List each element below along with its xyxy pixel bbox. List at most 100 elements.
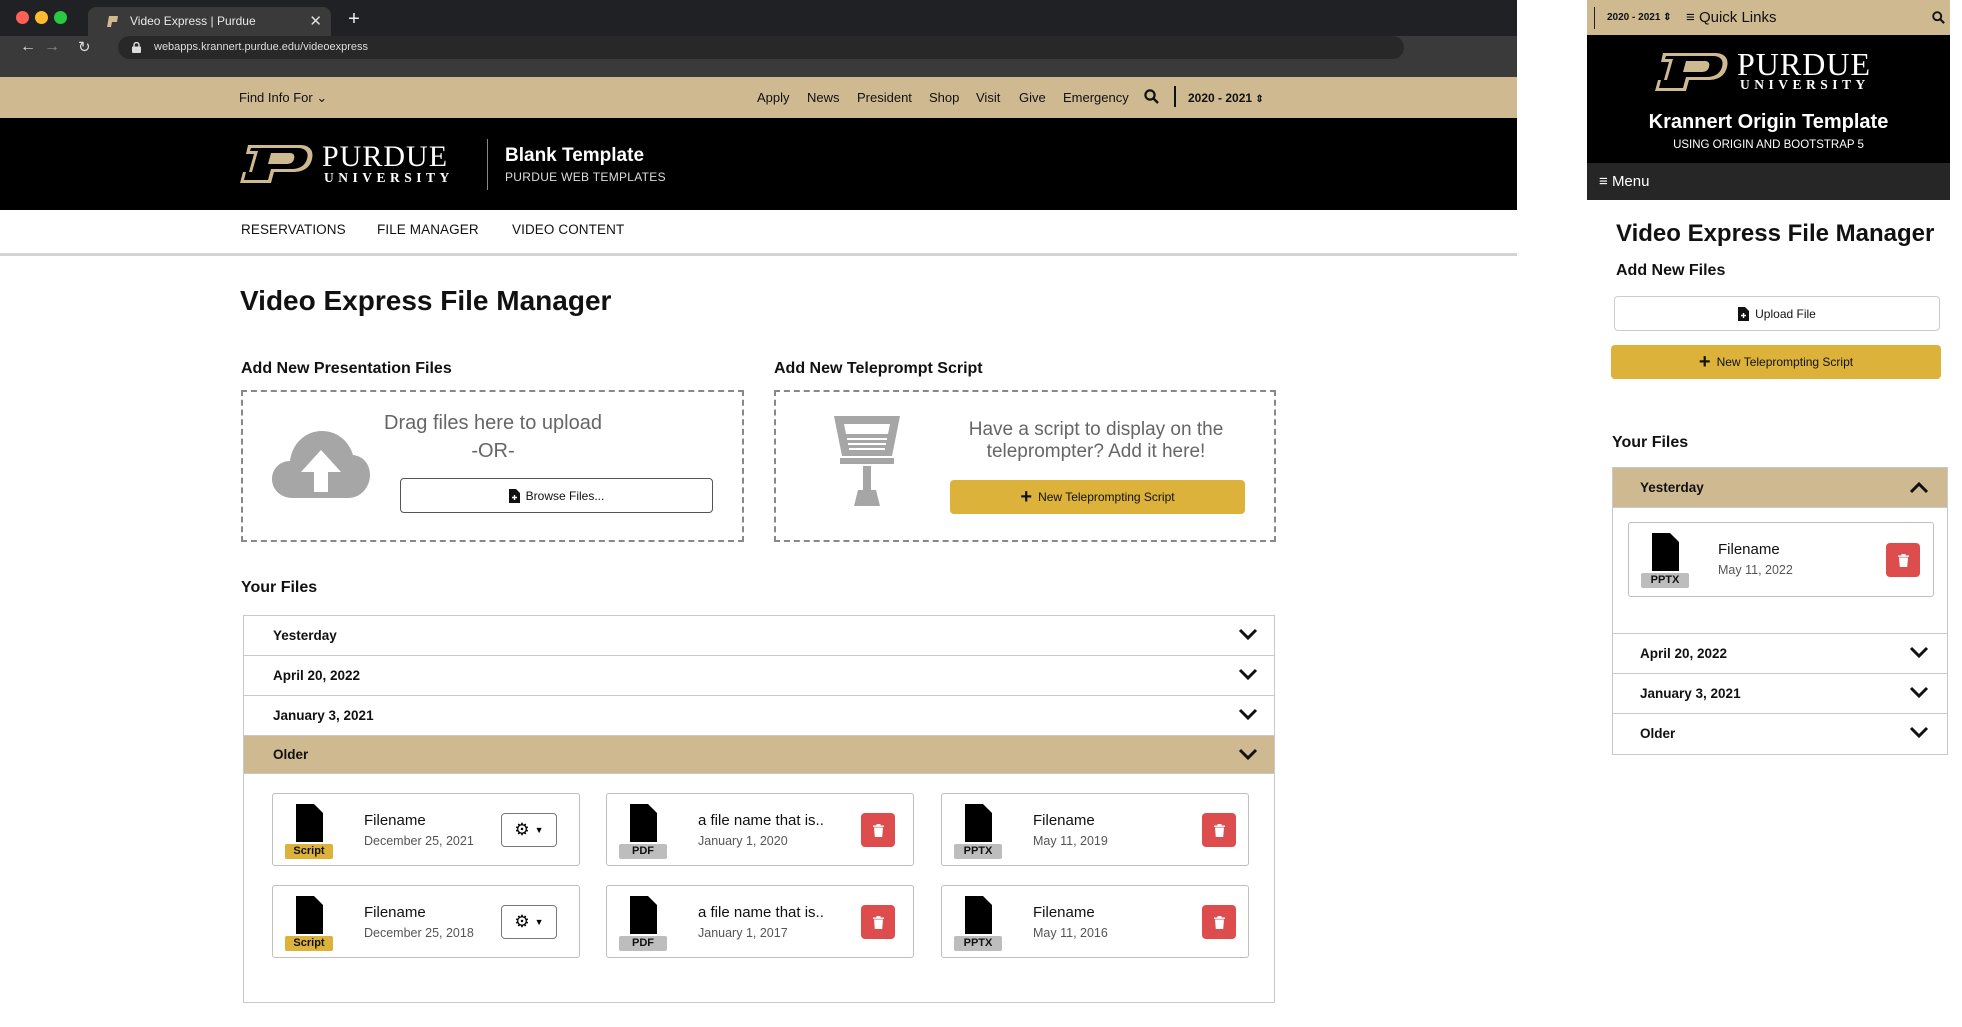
mobile-site-subtitle: USING ORIGIN AND BOOTSTRAP 5 — [1673, 139, 1864, 151]
mobile-new-teleprompting-script-button[interactable]: + New Teleprompting Script — [1611, 345, 1941, 379]
site-title: Blank Template — [505, 145, 645, 166]
menu-label: Menu — [1611, 173, 1650, 190]
file-card[interactable]: PPTX Filename May 11, 2022 — [1628, 522, 1934, 597]
url-text: webapps.krannert.purdue.edu/videoexpress — [154, 41, 369, 53]
or-text: -OR- — [471, 440, 515, 462]
quick-links-button[interactable]: ≡ Quick Links — [1686, 9, 1776, 26]
browse-files-button[interactable]: Browse Files... — [400, 478, 713, 513]
file-card[interactable]: PDF a file name that is.. January 1, 202… — [606, 793, 914, 866]
sort-arrows-icon: ⇕ — [1255, 94, 1264, 105]
utility-link-emergency[interactable]: Emergency — [1063, 90, 1129, 105]
new-tab-icon[interactable]: + — [343, 9, 365, 29]
teleprompt-prompt-line1: Have a script to display on the — [968, 419, 1224, 440]
nav-reservations[interactable]: RESERVATIONS — [241, 222, 346, 237]
caret-down-icon: ▼ — [534, 825, 544, 835]
file-type-badge: PPTX — [1641, 533, 1689, 588]
upload-file-button[interactable]: Upload File — [1614, 296, 1940, 331]
cloud-upload-icon — [272, 431, 370, 498]
address-bar[interactable]: webapps.krannert.purdue.edu/videoexpress — [118, 36, 1404, 59]
close-tab-icon[interactable]: ✕ — [309, 7, 322, 36]
caret-down-icon: ▼ — [534, 917, 544, 927]
utility-link-president[interactable]: President — [857, 90, 912, 105]
file-type-label: PPTX — [954, 844, 1002, 859]
trash-icon — [1213, 915, 1225, 929]
reload-icon[interactable]: ↻ — [78, 38, 91, 56]
file-type-label: Script — [285, 936, 333, 951]
close-window-button[interactable] — [16, 11, 29, 24]
file-card[interactable]: PPTX Filename May 11, 2019 — [941, 793, 1249, 866]
sub-navigation — [0, 210, 1517, 256]
search-icon[interactable] — [1932, 11, 1945, 24]
accordion-january-3-2021[interactable]: January 3, 2021 — [244, 696, 1274, 736]
teleprompt-zone: Have a script to display on the teleprom… — [774, 390, 1276, 542]
teleprompt-prompt-line2: teleprompter? Add it here! — [986, 441, 1206, 462]
sort-arrows-icon: ⇕ — [1663, 12, 1672, 23]
file-icon — [1652, 533, 1679, 571]
year-selector[interactable]: 2020 - 2021 ⇕ — [1188, 91, 1264, 105]
file-name: Filename — [364, 812, 426, 829]
accordion-april-20-2022[interactable]: April 20, 2022 — [1613, 634, 1947, 674]
file-drop-zone[interactable]: Drag files here to upload -OR- Browse Fi… — [241, 390, 744, 542]
trash-icon — [1213, 823, 1225, 837]
mobile-page-title: Video Express File Manager — [1616, 220, 1935, 247]
mobile-view: 2020 - 2021 ⇕ ≡ Quick Links PURDUE UNIVE… — [1587, 0, 1950, 1027]
trash-icon — [872, 823, 884, 837]
plus-icon: + — [1020, 486, 1033, 508]
maximize-window-button[interactable] — [54, 11, 67, 24]
accordion-april-20-2022[interactable]: April 20, 2022 — [244, 656, 1274, 696]
accordion-older[interactable]: Older — [1613, 714, 1947, 754]
file-date: January 1, 2020 — [698, 834, 788, 848]
utility-link-apply[interactable]: Apply — [757, 90, 790, 105]
delete-file-button[interactable] — [1886, 543, 1920, 577]
forward-icon[interactable]: → — [44, 38, 60, 56]
find-info-dropdown[interactable]: Find Info For ⌄ — [239, 90, 327, 106]
file-date: May 11, 2016 — [1033, 926, 1108, 940]
settings-dropdown-button[interactable]: ⚙ ▼ — [501, 813, 557, 847]
utility-link-visit[interactable]: Visit — [976, 90, 1000, 105]
accordion-january-3-2021[interactable]: January 3, 2021 — [1613, 674, 1947, 714]
delete-file-button[interactable] — [861, 813, 895, 847]
file-card[interactable]: PDF a file name that is.. January 1, 201… — [606, 885, 914, 958]
delete-file-button[interactable] — [861, 905, 895, 939]
settings-dropdown-button[interactable]: ⚙ ▼ — [501, 905, 557, 939]
chevron-down-icon — [1238, 628, 1258, 641]
new-teleprompting-script-button[interactable]: + New Teleprompting Script — [950, 480, 1245, 514]
file-card[interactable]: Script Filename December 25, 2021 ⚙ ▼ — [272, 793, 580, 866]
new-teleprompting-label: New Teleprompting Script — [1716, 355, 1854, 369]
hamburger-icon: ≡ — [1599, 173, 1608, 190]
accordion-yesterday[interactable]: Yesterday — [244, 616, 1274, 656]
search-icon[interactable] — [1144, 89, 1159, 104]
purdue-logo-mark-icon[interactable] — [238, 143, 314, 185]
utility-link-news[interactable]: News — [807, 90, 840, 105]
group-label: April 20, 2022 — [273, 668, 361, 683]
delete-file-button[interactable] — [1202, 813, 1236, 847]
site-header — [0, 118, 1517, 210]
file-card[interactable]: Script Filename December 25, 2018 ⚙ ▼ — [272, 885, 580, 958]
utility-link-shop[interactable]: Shop — [929, 90, 959, 105]
delete-file-button[interactable] — [1202, 905, 1236, 939]
file-type-label: PPTX — [954, 936, 1002, 951]
nav-video-content[interactable]: VIDEO CONTENT — [512, 222, 624, 237]
file-icon — [296, 896, 323, 934]
gear-icon: ⚙ — [514, 820, 530, 839]
mobile-menu-button[interactable]: ≡ Menu — [1587, 163, 1950, 200]
mobile-year-selector[interactable]: 2020 - 2021 ⇕ — [1607, 12, 1672, 23]
chevron-down-icon — [1238, 668, 1258, 681]
group-label: Yesterday — [1640, 480, 1704, 495]
yesterday-panel: PPTX Filename May 11, 2022 — [1613, 508, 1947, 634]
minimize-window-button[interactable] — [35, 11, 48, 24]
file-icon — [965, 896, 992, 934]
purdue-logo-mark-icon[interactable] — [1653, 51, 1729, 93]
chevron-down-icon — [1238, 748, 1258, 761]
browser-tab[interactable]: Video Express | Purdue ✕ — [88, 7, 331, 36]
utility-link-give[interactable]: Give — [1019, 90, 1046, 105]
file-icon — [630, 896, 657, 934]
chevron-up-icon — [1909, 481, 1929, 494]
nav-file-manager[interactable]: FILE MANAGER — [377, 222, 479, 237]
group-label: Yesterday — [273, 628, 337, 643]
accordion-older[interactable]: Older — [244, 736, 1274, 774]
back-icon[interactable]: ← — [20, 38, 36, 56]
file-card[interactable]: PPTX Filename May 11, 2016 — [941, 885, 1249, 958]
group-label: Older — [1640, 726, 1676, 741]
accordion-yesterday[interactable]: Yesterday — [1613, 468, 1947, 508]
